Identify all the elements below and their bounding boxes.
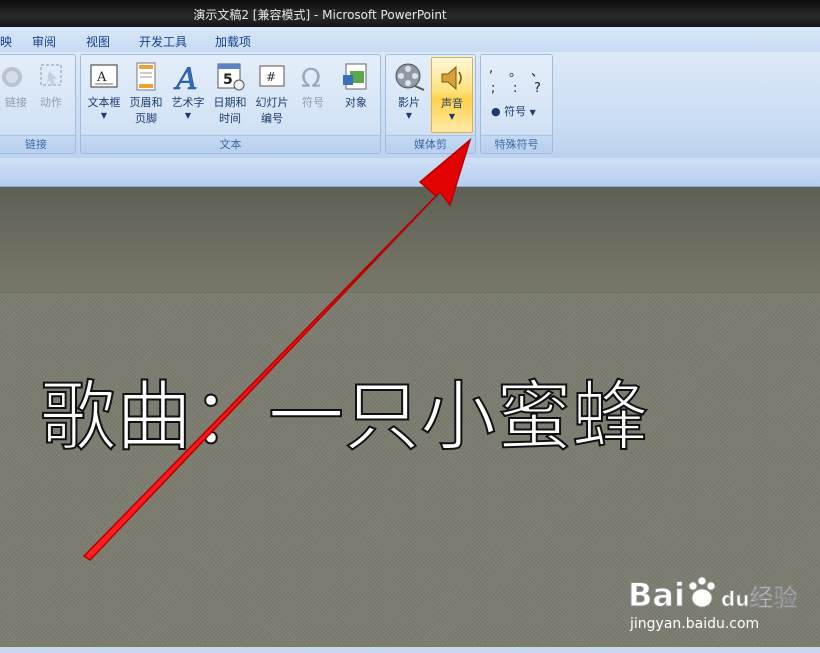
watermark-jingyan: 经验 [749,584,798,613]
watermark-brand: Bai [628,576,686,615]
red-arrow-annotation [82,137,472,561]
watermark-brand-du: du [720,587,750,612]
baidu-watermark: Bai du经验 jingyan.baidu.com [628,576,798,633]
status-bar [0,647,820,653]
watermark-url: jingyan.baidu.com [630,616,760,632]
paw-icon [688,576,716,608]
